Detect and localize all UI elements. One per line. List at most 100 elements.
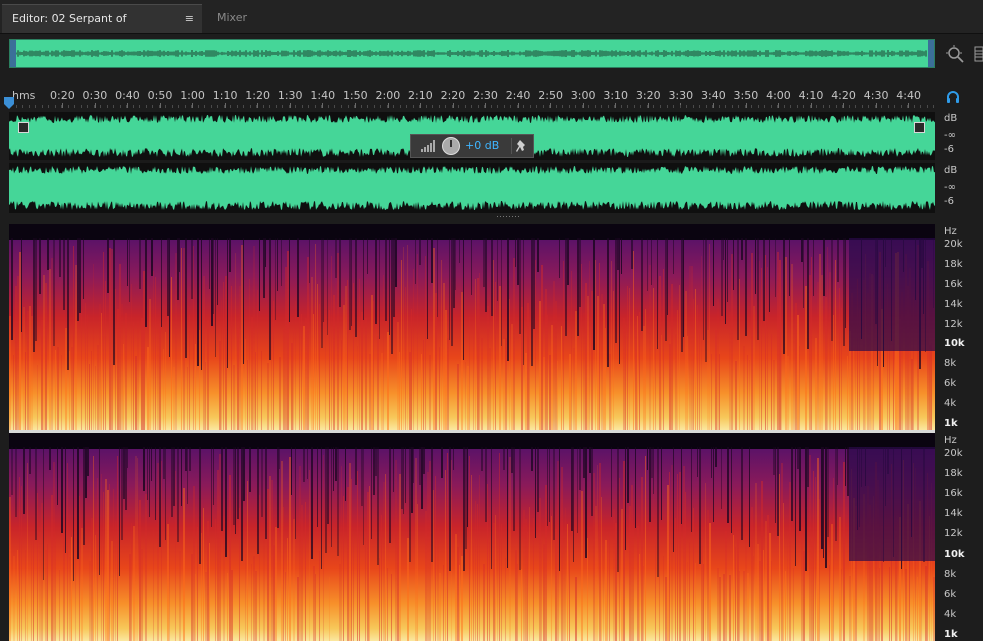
- ruler-minor-tick: [133, 105, 134, 108]
- vertical-scrollbar[interactable]: [962, 224, 982, 641]
- ruler-minor-tick: [61, 105, 62, 108]
- ruler-minor-tick: [582, 105, 583, 108]
- tab-mixer[interactable]: Mixer: [207, 4, 267, 33]
- ruler-minor-tick: [920, 105, 921, 108]
- ruler-minor-tick: [445, 105, 446, 108]
- ruler-minor-tick: [777, 105, 778, 108]
- volume-value[interactable]: +0 dB: [465, 139, 499, 152]
- ruler-minor-tick: [380, 105, 381, 108]
- volume-knob[interactable]: [442, 137, 460, 155]
- spectral-scale-left-label: 12k: [944, 319, 963, 330]
- ruler-minor-tick: [16, 105, 17, 108]
- ruler-minor-tick: [107, 105, 108, 108]
- ruler-minor-tick: [237, 105, 238, 108]
- ruler-minor-tick: [751, 105, 752, 108]
- ruler-minor-tick: [263, 105, 264, 108]
- ruler-minor-tick: [855, 105, 856, 108]
- ruler-minor-tick: [120, 105, 121, 108]
- ruler-minor-tick: [510, 105, 511, 108]
- waveform-channel-right[interactable]: [9, 163, 935, 213]
- ruler-minor-tick: [406, 105, 407, 108]
- ruler-minor-tick: [868, 105, 869, 108]
- ruler-minor-tick: [295, 105, 296, 108]
- spectral-display-right[interactable]: [9, 433, 935, 641]
- ruler-minor-tick: [504, 105, 505, 108]
- ruler-label: 4:10: [798, 89, 824, 102]
- playhead-icon[interactable]: [4, 97, 14, 109]
- ruler-minor-tick: [888, 105, 889, 108]
- ruler-label: 4:00: [766, 89, 791, 102]
- ruler-minor-tick: [497, 105, 498, 108]
- ruler-label: 2:00: [375, 89, 401, 102]
- ruler-minor-tick: [126, 105, 127, 108]
- spectral-scale-right: Hz 20k 18k 16k 14k 12k 10k 8k 6k 4k 1k: [937, 433, 965, 641]
- ruler-tick: [485, 103, 487, 108]
- ruler-minor-tick: [803, 105, 804, 108]
- ruler-minor-tick: [732, 105, 733, 108]
- ruler-minor-tick: [94, 105, 95, 108]
- spectral-scale-right-unit: Hz: [944, 435, 957, 446]
- ruler-minor-tick: [881, 105, 882, 108]
- ruler-tick: [257, 103, 259, 108]
- ruler-label: 2:50: [538, 89, 563, 102]
- volume-hud[interactable]: +0 dB: [410, 134, 534, 158]
- ruler-label: 4:30: [863, 89, 889, 102]
- ruler-tick: [322, 103, 324, 108]
- ruler-minor-tick: [393, 105, 394, 108]
- spectral-scale-left-label: 20k: [944, 239, 963, 250]
- overview-navigator[interactable]: [9, 39, 935, 68]
- ruler-tick: [192, 103, 194, 108]
- ruler-tick: [647, 103, 649, 108]
- wave1-scale-neg6: -6: [944, 144, 954, 155]
- pin-icon[interactable]: [516, 138, 528, 154]
- ruler-label: 3:50: [733, 89, 759, 102]
- ruler-minor-tick: [614, 105, 615, 108]
- headphones-icon[interactable]: [946, 90, 960, 104]
- ruler-tick: [908, 103, 910, 108]
- ruler-minor-tick: [400, 105, 401, 108]
- ruler-label: 1:10: [212, 89, 238, 102]
- tab-editor[interactable]: Editor: 02 Serpant of Storms.mp3 ≡: [2, 4, 202, 52]
- waveform-right-graphic: [9, 166, 935, 210]
- overview-waveform: [16, 50, 927, 57]
- ruler-minor-tick: [810, 105, 811, 108]
- ruler-label: 3:10: [603, 89, 629, 102]
- ruler-label: 0:50: [147, 89, 173, 102]
- ruler-label: 3:20: [635, 89, 661, 102]
- ruler-minor-tick: [927, 105, 928, 108]
- time-ruler[interactable]: 0:20 0:30 0:40 0:50 1:00 1:10 1:20 1:30 1:40 1:50…: [9, 86, 935, 108]
- ruler-minor-tick: [321, 105, 322, 108]
- ruler-minor-tick: [608, 105, 609, 108]
- ruler-minor-tick: [829, 105, 830, 108]
- ruler-minor-tick: [647, 105, 648, 108]
- ruler-minor-tick: [784, 105, 785, 108]
- ruler-minor-tick: [308, 105, 309, 108]
- spectral-display-left[interactable]: [9, 224, 935, 430]
- panel-options-icon[interactable]: [972, 44, 983, 64]
- spectral-scale-right-label: 4k: [944, 609, 957, 620]
- wave2-scale-neg-inf: -∞: [944, 182, 956, 193]
- ruler-minor-tick: [81, 105, 82, 108]
- fade-out-handle[interactable]: [914, 122, 925, 133]
- ruler-label: 2:10: [408, 89, 433, 102]
- spectral-scale-right-label: 12k: [944, 528, 963, 539]
- tab-mixer-label: Mixer: [217, 11, 248, 24]
- ruler-tick: [420, 103, 422, 108]
- ruler-label: 1:30: [277, 89, 303, 102]
- fade-in-handle[interactable]: [18, 122, 29, 133]
- ruler-minor-tick: [933, 105, 934, 108]
- ruler-minor-tick: [790, 105, 791, 108]
- hamburger-menu-icon[interactable]: ≡: [185, 5, 194, 32]
- ruler-minor-tick: [172, 105, 173, 108]
- panel-resize-grip[interactable]: [497, 216, 521, 219]
- ruler-minor-tick: [139, 105, 140, 108]
- overview-right-handle[interactable]: [928, 40, 934, 67]
- ruler-minor-tick: [178, 105, 179, 108]
- ruler-minor-tick: [146, 105, 147, 108]
- ruler-minor-tick: [113, 105, 114, 108]
- ruler-tick: [843, 103, 845, 108]
- ruler-tick: [354, 103, 356, 108]
- wave2-scale-db: dB: [944, 165, 958, 176]
- ruler-minor-tick: [484, 105, 485, 108]
- zoom-navigator-icon[interactable]: [945, 44, 965, 64]
